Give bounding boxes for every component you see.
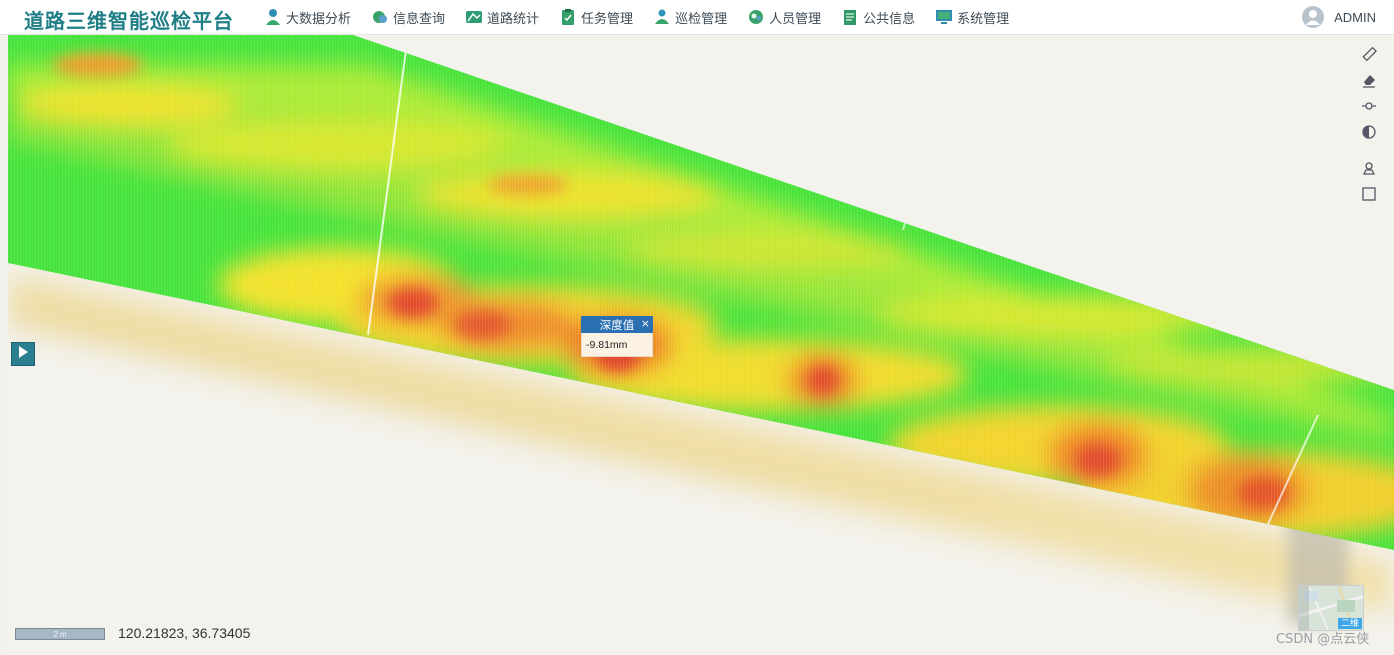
monitor-icon (935, 8, 953, 26)
user-menu[interactable]: ADMIN (1302, 0, 1376, 34)
nav-label: 公共信息 (863, 11, 916, 27)
depth-value: -9.81mm (581, 333, 653, 357)
nav-label: 信息查询 (393, 11, 446, 27)
person-chart-icon (264, 8, 282, 26)
scale-bar: 2 m (15, 628, 105, 640)
main-nav: 大数据分析 信息查询 道路统计 任务管理 巡检管理 人员管理 公共信息 系统管理 (264, 0, 1029, 34)
people-icon (747, 8, 765, 26)
nav-label: 任务管理 (581, 11, 634, 27)
nav-label: 人员管理 (769, 11, 822, 27)
expand-panel-button[interactable] (11, 342, 35, 366)
user-name: ADMIN (1334, 9, 1376, 25)
nav-item-inspection-management[interactable]: 巡检管理 (653, 0, 727, 34)
nav-item-personnel-management[interactable]: 人员管理 (747, 0, 821, 34)
close-icon[interactable]: × (641, 317, 650, 330)
overview-minimap[interactable]: 二维 (1298, 585, 1364, 631)
watermark: CSDN @点云侠 (1276, 632, 1370, 647)
popup-title: 深度值 (599, 317, 635, 332)
inspector-icon (653, 8, 671, 26)
square-select-icon[interactable] (1358, 183, 1380, 205)
contrast-icon[interactable] (1358, 121, 1380, 143)
top-navigation-bar: 道路三维智能巡检平台 大数据分析 信息查询 道路统计 任务管理 巡检管理 人员管… (0, 0, 1394, 35)
ruler-icon[interactable] (1358, 43, 1380, 65)
map-toolbar (1358, 43, 1380, 209)
road-stats-icon (465, 8, 483, 26)
nav-label: 道路统计 (487, 11, 540, 27)
nav-item-system-management[interactable]: 系统管理 (935, 0, 1009, 34)
point-measure-icon[interactable] (1358, 95, 1380, 117)
nav-label: 系统管理 (957, 11, 1010, 27)
clipboard-icon (559, 8, 577, 26)
map-viewport[interactable]: 深度值 × -9.81mm 2 m 120.21823, 36.73405 二维… (8, 35, 1394, 655)
popup-header: 深度值 × (581, 316, 653, 333)
nav-item-public-info[interactable]: 公共信息 (841, 0, 915, 34)
depth-popup: 深度值 × -9.81mm (581, 316, 653, 357)
nav-item-task-management[interactable]: 任务管理 (559, 0, 633, 34)
nav-item-info-query[interactable]: 信息查询 (371, 0, 445, 34)
user-avatar-icon (1302, 6, 1325, 28)
point-cloud-heatmap (8, 35, 1394, 625)
play-arrow-icon (17, 345, 29, 364)
globe-search-icon (371, 8, 389, 26)
clear-marker-icon[interactable] (1358, 157, 1380, 179)
nav-label: 巡检管理 (675, 11, 728, 27)
nav-item-road-stats[interactable]: 道路统计 (465, 0, 539, 34)
nav-label: 大数据分析 (286, 11, 352, 27)
app-title: 道路三维智能巡检平台 (24, 9, 234, 33)
cursor-coordinates: 120.21823, 36.73405 (118, 625, 251, 641)
document-icon (841, 8, 859, 26)
eraser-icon[interactable] (1358, 69, 1380, 91)
nav-item-big-data-analysis[interactable]: 大数据分析 (264, 0, 351, 34)
